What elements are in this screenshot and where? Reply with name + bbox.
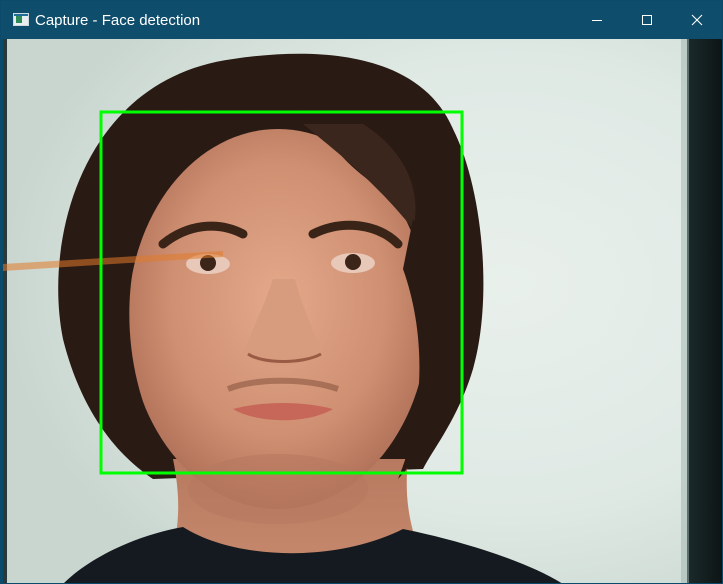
app-window-icon[interactable] (13, 13, 29, 26)
maximize-icon (642, 15, 652, 25)
camera-feed (3, 39, 722, 583)
capture-window: Capture - Face detection (0, 0, 723, 584)
minimize-button[interactable] (572, 1, 622, 39)
close-icon (691, 14, 703, 26)
title-bar[interactable]: Capture - Face detection (1, 1, 722, 39)
camera-frame (3, 39, 722, 583)
maximize-button[interactable] (622, 1, 672, 39)
window-title: Capture - Face detection (35, 12, 201, 29)
close-button[interactable] (672, 1, 722, 39)
minimize-icon (592, 20, 602, 21)
